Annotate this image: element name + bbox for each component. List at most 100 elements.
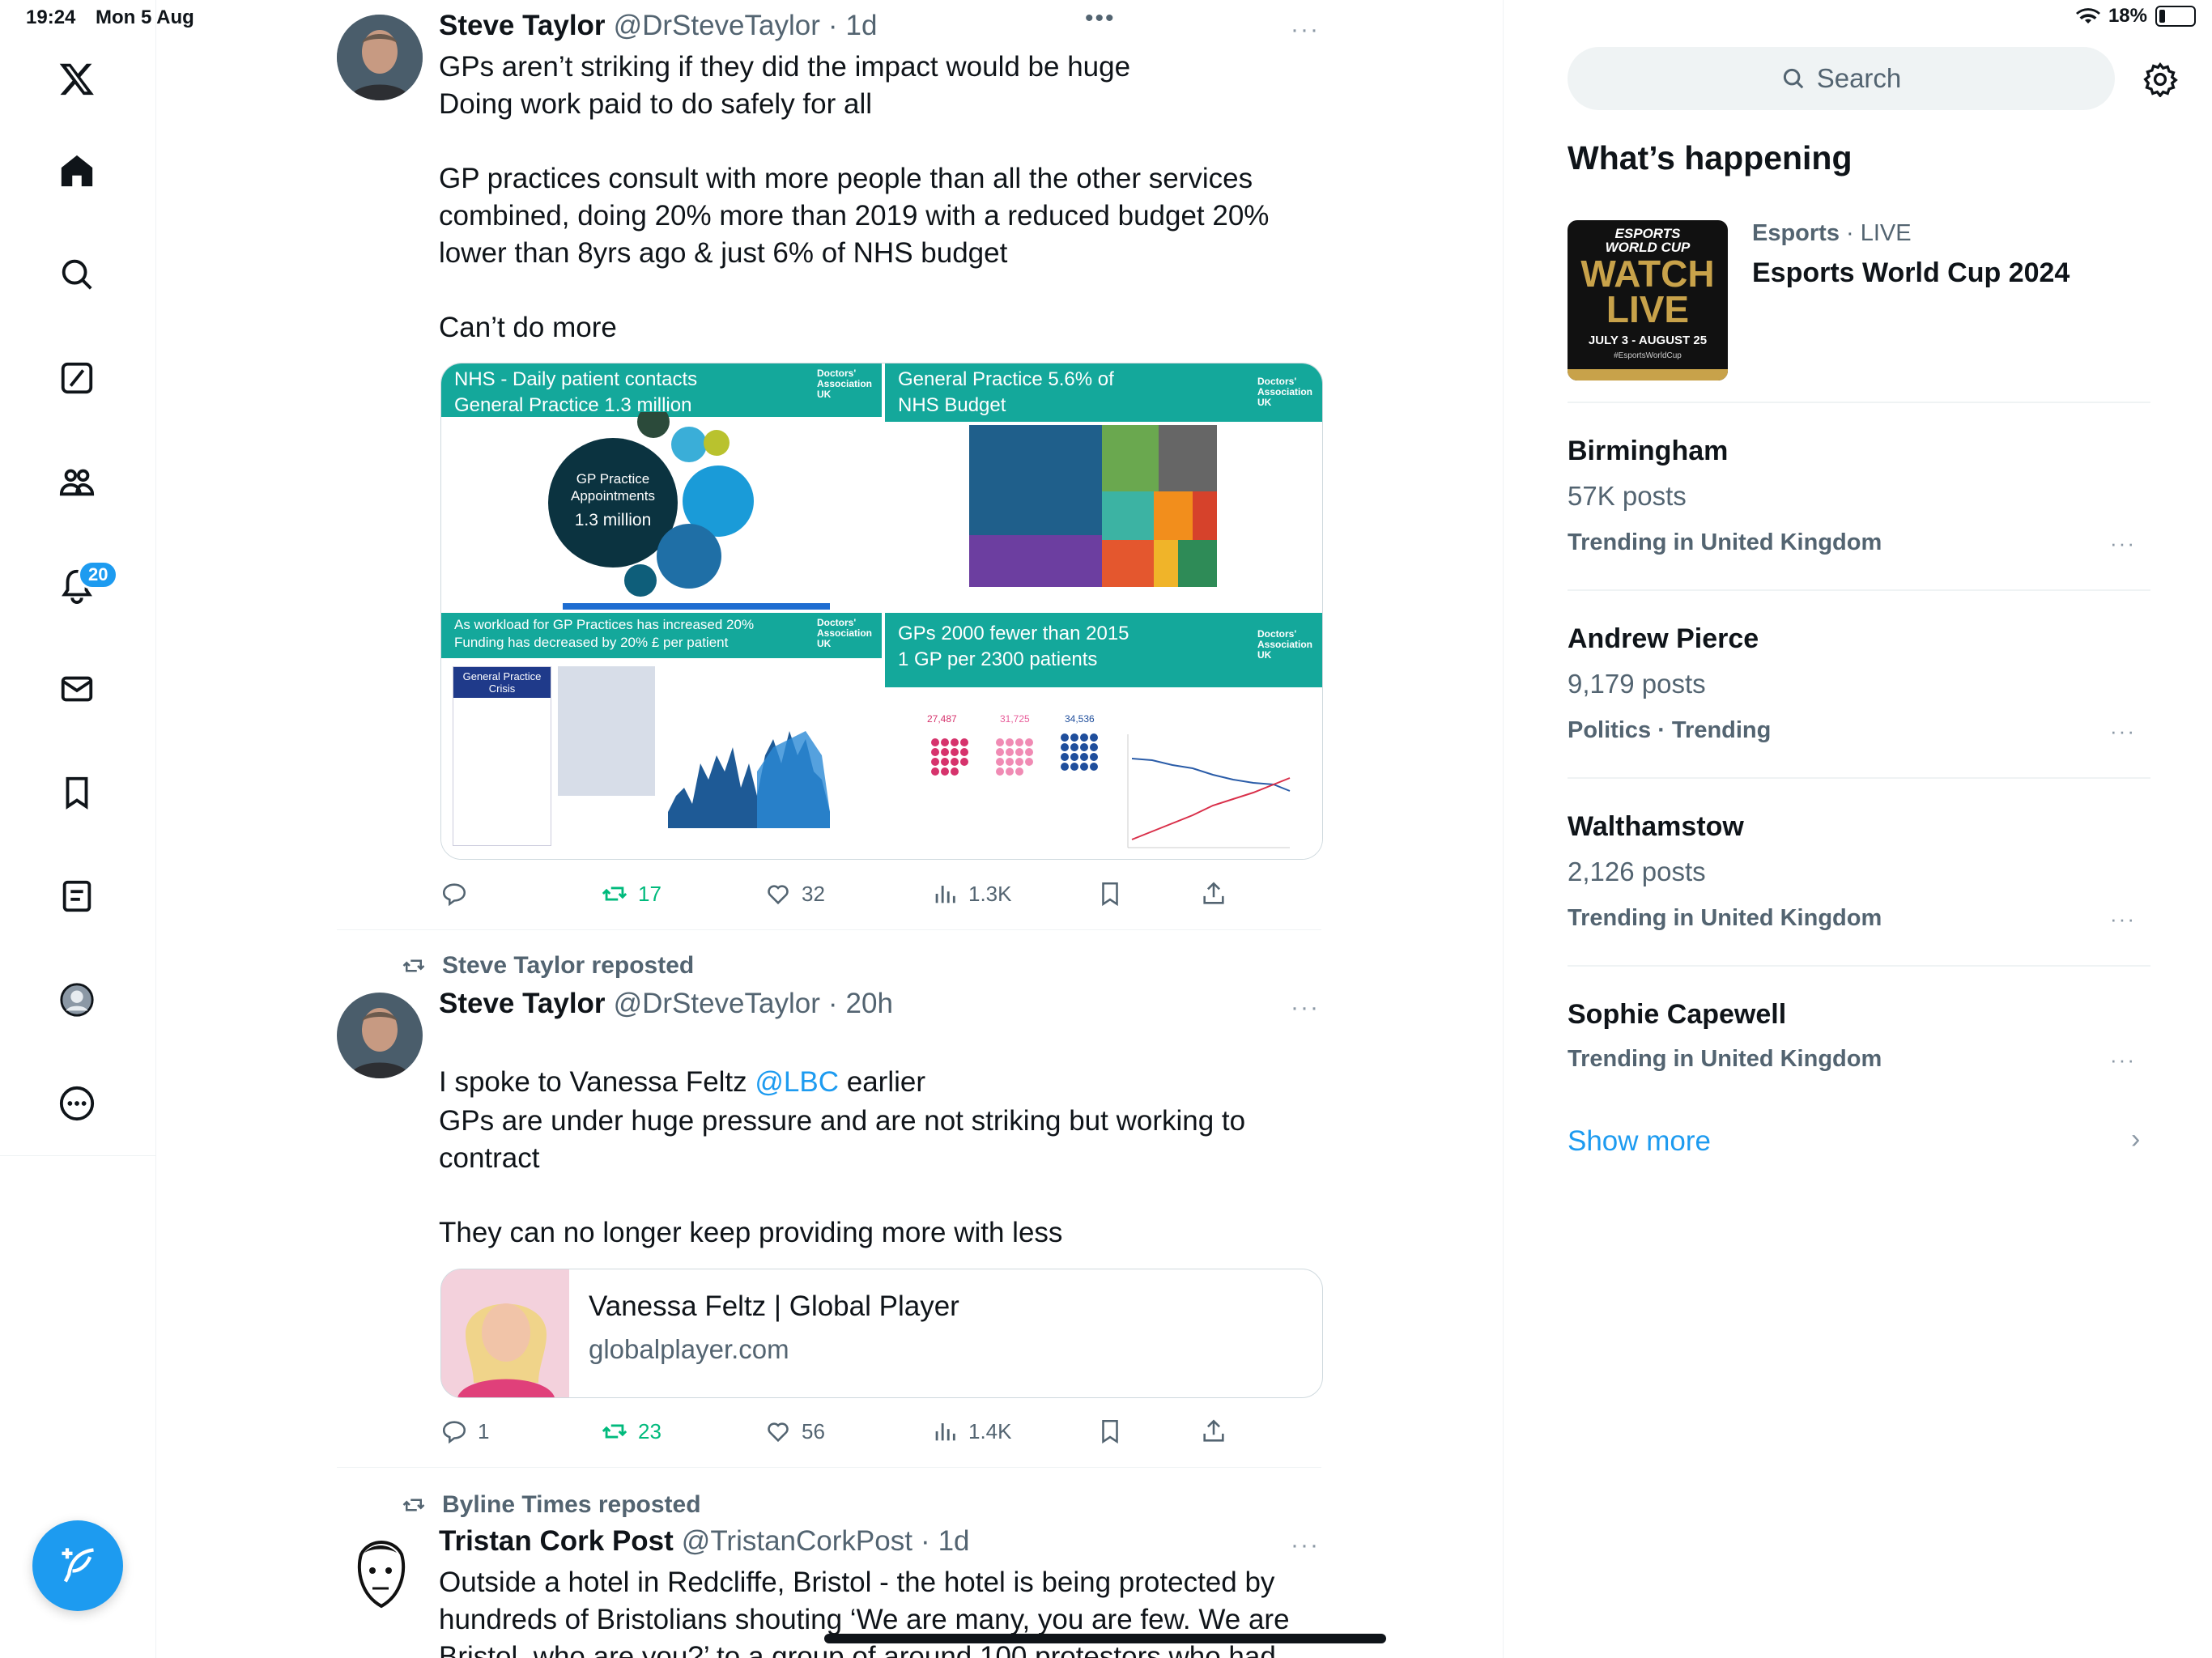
search-placeholder: Search: [1816, 63, 1902, 93]
views-icon: [935, 886, 955, 903]
trend-more-button[interactable]: ···: [2110, 1048, 2136, 1073]
tweet-media-grid[interactable]: NHS - Daily patient contacts General Pra…: [440, 363, 1323, 860]
heart-icon: [768, 1422, 789, 1443]
compose-post-button[interactable]: [32, 1520, 123, 1611]
tweet-more-button[interactable]: ···: [1291, 994, 1320, 1022]
image-2-treemap: [969, 425, 1217, 587]
tweet-text: earlier: [839, 1066, 925, 1098]
trend-title[interactable]: Walthamstow: [1568, 811, 1744, 843]
event-title[interactable]: Esports World Cup 2024: [1752, 257, 2069, 289]
messages-icon[interactable]: [53, 665, 100, 712]
share-icon: [1203, 1419, 1224, 1442]
repost-button[interactable]: 23: [601, 1418, 661, 1445]
bookmark-button[interactable]: [1096, 1418, 1124, 1445]
link-card[interactable]: Vanessa Feltz | Global Player globalplay…: [440, 1269, 1323, 1398]
reply-icon: [442, 883, 466, 907]
repost-label[interactable]: Steve Taylor reposted: [442, 952, 694, 980]
like-count: 32: [802, 881, 825, 906]
tweet-text: GPs aren’t striking if they did the impa…: [439, 51, 1270, 343]
bookmarks-icon[interactable]: [53, 769, 100, 816]
timestamp[interactable]: 1d: [938, 1525, 970, 1558]
trend-divider: [1568, 402, 2150, 403]
event-live: · LIVE: [1845, 220, 1912, 246]
x-logo-icon[interactable]: [53, 55, 100, 102]
mention-link[interactable]: @LBC: [755, 1066, 839, 1098]
author-name[interactable]: Steve Taylor: [439, 10, 606, 42]
reply-button[interactable]: 1: [440, 1418, 489, 1445]
whats-happening-title: What’s happening: [1568, 139, 1853, 176]
repost-count: 23: [638, 1418, 661, 1443]
home-indicator[interactable]: [824, 1634, 1386, 1643]
reply-count: 1: [478, 1418, 490, 1443]
separator: ·: [827, 10, 838, 41]
reply-button[interactable]: [440, 880, 478, 908]
lists-icon[interactable]: [53, 873, 100, 920]
show-more-link[interactable]: Show more: [1568, 1125, 1711, 1158]
trend-title[interactable]: Andrew Pierce: [1568, 623, 1759, 655]
event-thumbnail[interactable]: ESPORTS WORLD CUP WATCH LIVE JULY 3 - AU…: [1568, 220, 1728, 380]
chevron-right-icon[interactable]: ›: [2131, 1124, 2140, 1155]
event-thumb-strip: [1568, 369, 1728, 380]
avatar[interactable]: [337, 15, 423, 100]
trend-title[interactable]: Sophie Capewell: [1568, 999, 1786, 1031]
tweet-text-line-1: I spoke to Vanessa Feltz @LBC earlier: [439, 1027, 1329, 1101]
left-navigation: 20: [0, 0, 156, 1658]
search-bar[interactable]: Search: [1568, 47, 2115, 110]
tweet-more-button[interactable]: ···: [1291, 16, 1320, 44]
trend-divider: [1568, 777, 2150, 779]
author-name[interactable]: Steve Taylor: [439, 988, 606, 1020]
tweet-text-body: GPs are under huge pressure and are not …: [439, 1105, 1246, 1248]
tweet-header: Tristan Cork Post @TristanCorkPost · 1d: [439, 1525, 970, 1558]
image-3-sub-label: General Practice Crisis: [453, 667, 551, 698]
media-image-1[interactable]: NHS - Daily patient contacts General Pra…: [441, 363, 882, 610]
home-icon[interactable]: [53, 147, 100, 194]
author-handle[interactable]: @DrSteveTaylor: [614, 988, 820, 1020]
media-image-4[interactable]: GPs 2000 fewer than 2015 1 GP per 2300 p…: [885, 613, 1322, 859]
status-indicators: 18%: [2075, 5, 2196, 28]
more-options-icon[interactable]: [53, 1080, 100, 1127]
tweet-text: I spoke to Vanessa Feltz: [439, 1066, 755, 1098]
repost-label[interactable]: Byline Times reposted: [442, 1491, 701, 1519]
image-1-bubble-label: GP Practice Appointments: [571, 471, 655, 504]
repost-indicator: Byline Times reposted: [400, 1491, 701, 1519]
like-button[interactable]: 56: [764, 1418, 825, 1445]
share-button[interactable]: [1200, 880, 1227, 908]
profile-icon[interactable]: [53, 976, 100, 1023]
repost-button[interactable]: 17: [601, 880, 661, 908]
avatar[interactable]: [337, 993, 423, 1078]
share-icon: [1203, 882, 1224, 904]
trend-more-button[interactable]: ···: [2110, 719, 2136, 744]
views-button[interactable]: 1.4K: [931, 1418, 1012, 1445]
tweet-divider: [337, 1467, 1321, 1468]
bookmark-button[interactable]: [1096, 880, 1124, 908]
timestamp[interactable]: 1d: [846, 10, 878, 42]
heart-icon: [768, 885, 789, 905]
author-name[interactable]: Tristan Cork Post: [439, 1525, 674, 1558]
trend-divider: [1568, 589, 2150, 591]
search-icon: [1783, 68, 1804, 89]
tweet-more-button[interactable]: ···: [1291, 1532, 1320, 1559]
settings-gear-icon[interactable]: [2142, 62, 2178, 98]
trend-posts: 9,179 posts: [1568, 669, 1706, 699]
grok-icon[interactable]: [53, 355, 100, 402]
author-handle[interactable]: @TristanCorkPost: [682, 1525, 912, 1558]
share-button[interactable]: [1200, 1418, 1227, 1445]
trend-title[interactable]: Birmingham: [1568, 436, 1728, 467]
image-3-table: General Practice Crisis: [453, 666, 551, 846]
communities-icon[interactable]: [53, 458, 100, 505]
trend-more-button[interactable]: ···: [2110, 531, 2136, 556]
image-2-logo: Doctors' Association UK: [1257, 376, 1312, 408]
search-icon[interactable]: [53, 251, 100, 298]
like-button[interactable]: 32: [764, 880, 825, 908]
event-thumb-main: WATCH LIVE: [1580, 253, 1715, 330]
avatar[interactable]: [337, 1530, 423, 1616]
trend-more-button[interactable]: ···: [2110, 907, 2136, 932]
repost-count: 17: [638, 881, 661, 906]
tweet-header: Steve Taylor @DrSteveTaylor · 1d: [439, 10, 877, 42]
repost-icon: [602, 1424, 627, 1439]
timestamp[interactable]: 20h: [846, 988, 893, 1020]
author-handle[interactable]: @DrSteveTaylor: [614, 10, 820, 42]
media-image-3[interactable]: As workload for GP Practices has increas…: [441, 613, 882, 859]
views-button[interactable]: 1.3K: [931, 880, 1012, 908]
media-image-2[interactable]: General Practice 5.6% of NHS Budget Doct…: [885, 363, 1322, 610]
